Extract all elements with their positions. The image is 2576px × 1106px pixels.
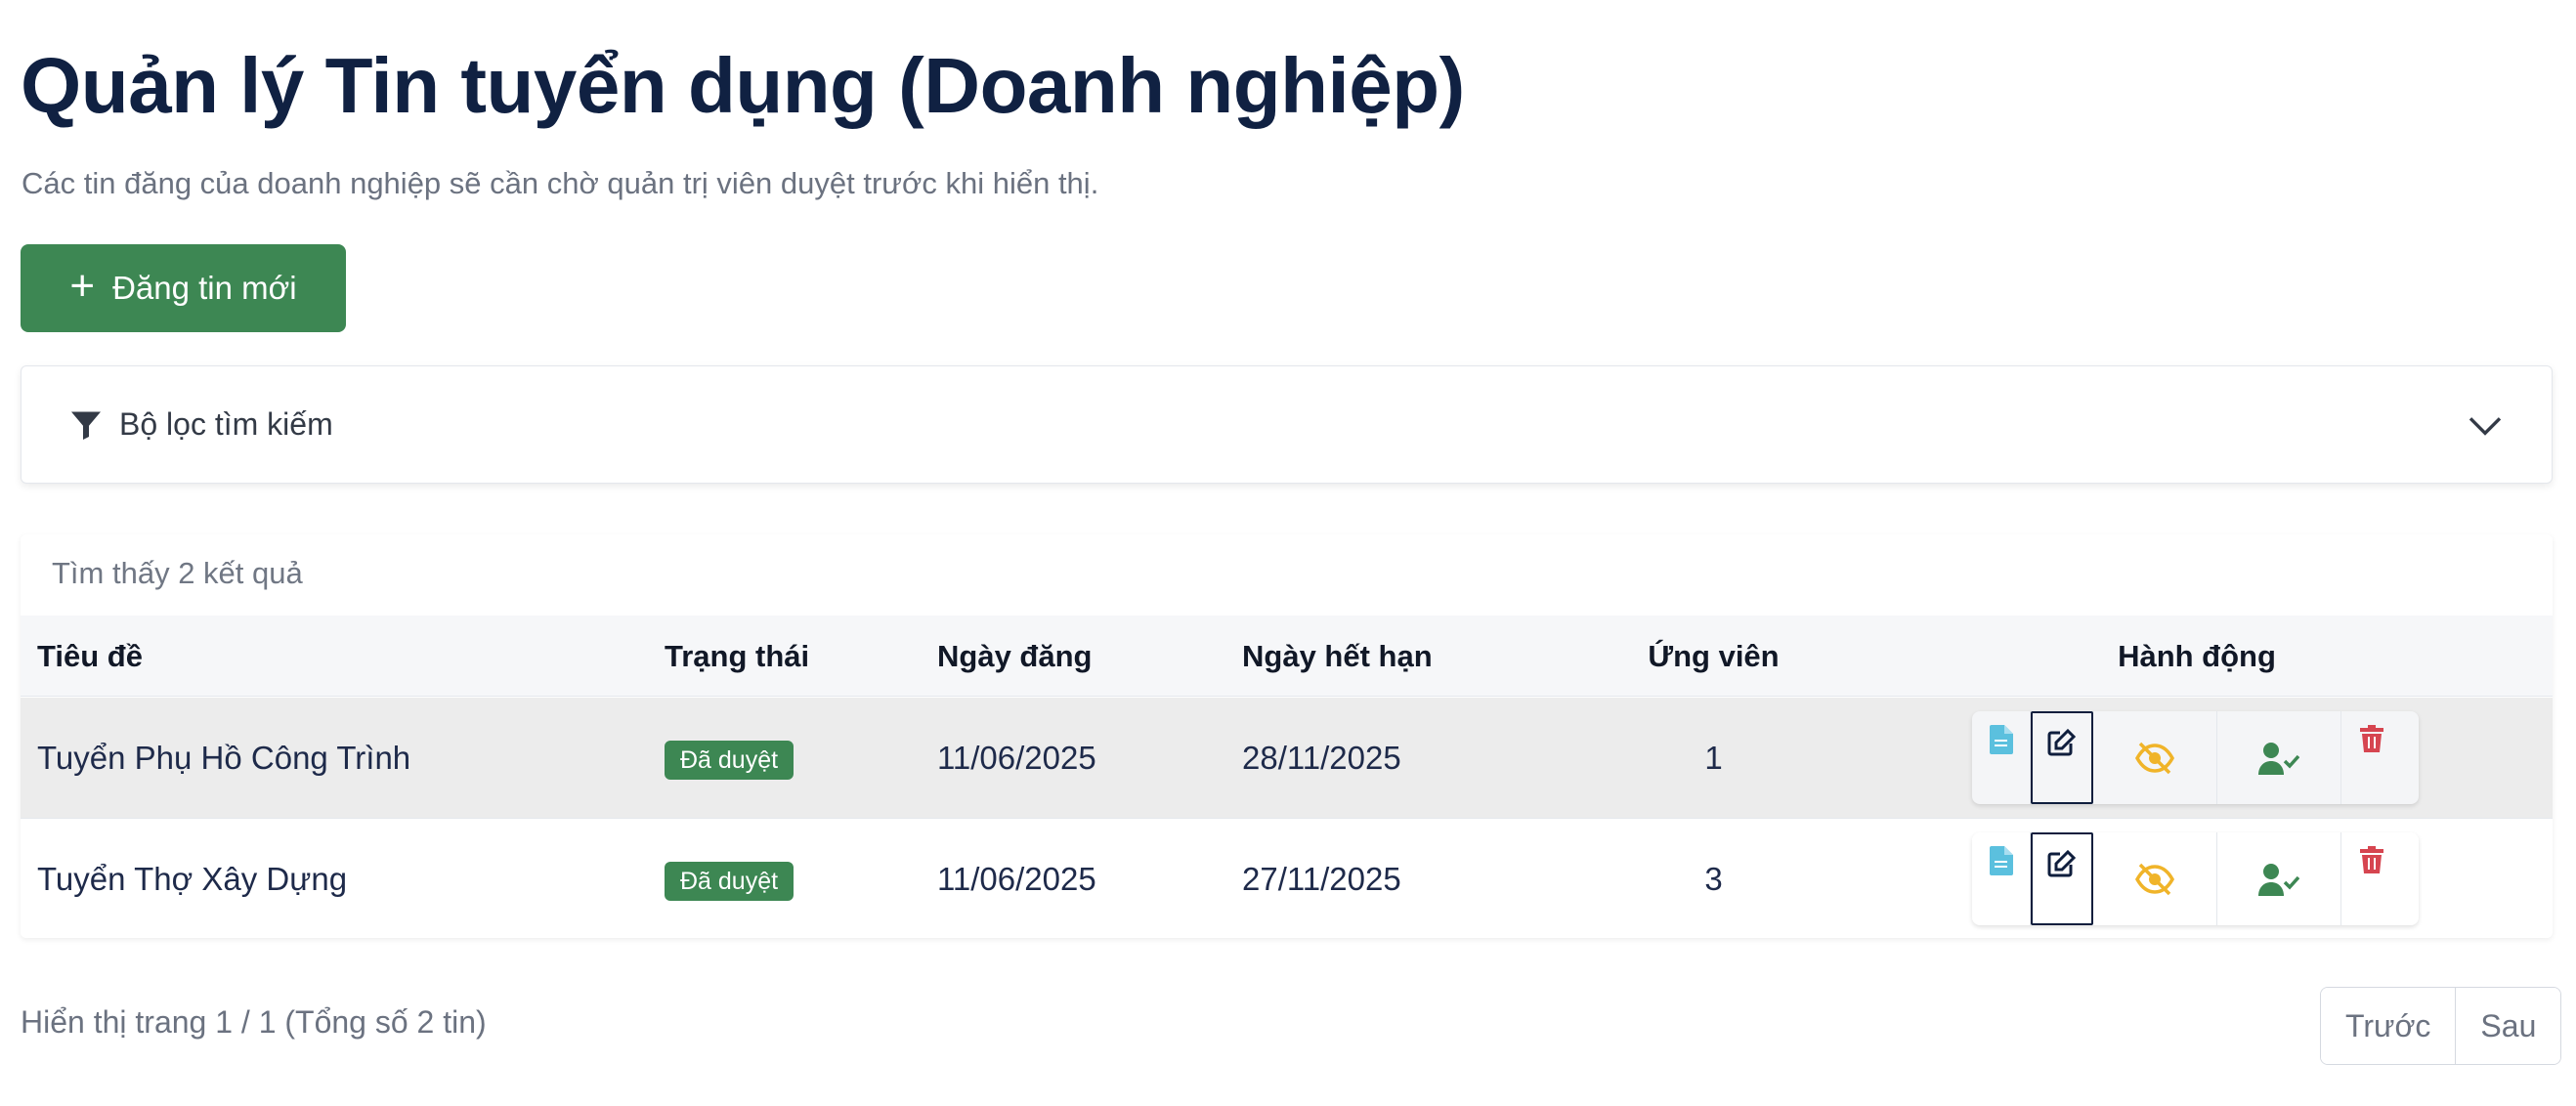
candidate-count: 3 [1704,861,1723,897]
eye-slash-icon [2134,863,2175,895]
filter-panel-toggle[interactable]: Bộ lọc tìm kiếm [21,365,2553,484]
funnel-icon [71,411,101,440]
edit-icon [2047,849,2077,877]
table-header: Tiêu đề Trạng thái Ngày đăng Ngày hết hạ… [21,616,2553,697]
job-title[interactable]: Tuyển Thợ Xây Dựng [37,819,347,938]
pagination-info: Hiển thị trang 1 / 1 (Tổng số 2 tin) [21,1004,487,1040]
user-check-icon [2258,742,2299,775]
column-header-status: Trạng thái [665,639,810,673]
pagination: Trước Sau [2320,987,2562,1065]
delete-button[interactable] [2341,832,2402,925]
status-badge: Đã duyệt [665,741,794,780]
view-button[interactable] [1972,711,2031,804]
plus-icon: + [69,262,96,310]
delete-button[interactable] [2341,711,2402,804]
new-post-button[interactable]: + Đăng tin mới [21,244,346,332]
column-header-title: Tiêu đề [37,639,143,673]
expiry-date: 28/11/2025 [1242,740,1401,776]
column-header-candidates: Ứng viên [1648,639,1780,673]
new-post-label: Đăng tin mới [112,270,297,306]
status-badge: Đã duyệt [665,862,794,901]
results-count: Tìm thấy 2 kết quả [52,556,303,590]
candidate-count: 1 [1704,740,1723,776]
view-button[interactable] [1972,832,2031,925]
row-actions [1972,832,2419,925]
trash-icon [2360,725,2383,752]
eye-slash-icon [2134,742,2175,774]
document-icon [1989,725,2013,754]
chevron-down-icon[interactable] [2466,405,2505,445]
column-header-posted: Ngày đăng [937,639,1093,673]
hide-button[interactable] [2093,711,2217,804]
hide-button[interactable] [2093,832,2217,925]
column-header-actions: Hành động [2118,639,2276,673]
next-page-button[interactable]: Sau [2455,988,2561,1064]
row-actions [1972,711,2419,804]
expiry-date: 27/11/2025 [1242,861,1401,897]
column-header-expires: Ngày hết hạn [1242,639,1433,673]
edit-button[interactable] [2031,711,2093,804]
page-title: Quản lý Tin tuyển dụng (Doanh nghiệp) [21,42,1465,129]
posted-date: 11/06/2025 [937,740,1096,776]
page-subtitle: Các tin đăng của doanh nghiệp sẽ cần chờ… [21,166,1099,200]
candidates-button[interactable] [2217,711,2341,804]
trash-icon [2360,846,2383,873]
posted-date: 11/06/2025 [937,861,1096,897]
job-title[interactable]: Tuyển Phụ Hồ Công Trình [37,698,410,819]
results-card: Tìm thấy 2 kết quả Tiêu đề Trạng thái Ng… [21,534,2553,938]
table-row[interactable]: Tuyển Thợ Xây Dựng Đã duyệt 11/06/2025 2… [21,819,2553,938]
filter-label: Bộ lọc tìm kiếm [119,406,333,442]
document-icon [1989,846,2013,875]
user-check-icon [2258,863,2299,896]
edit-icon [2047,728,2077,756]
candidates-button[interactable] [2217,832,2341,925]
prev-page-button[interactable]: Trước [2321,988,2456,1064]
edit-button[interactable] [2031,832,2093,925]
table-row[interactable]: Tuyển Phụ Hồ Công Trình Đã duyệt 11/06/2… [21,698,2553,819]
